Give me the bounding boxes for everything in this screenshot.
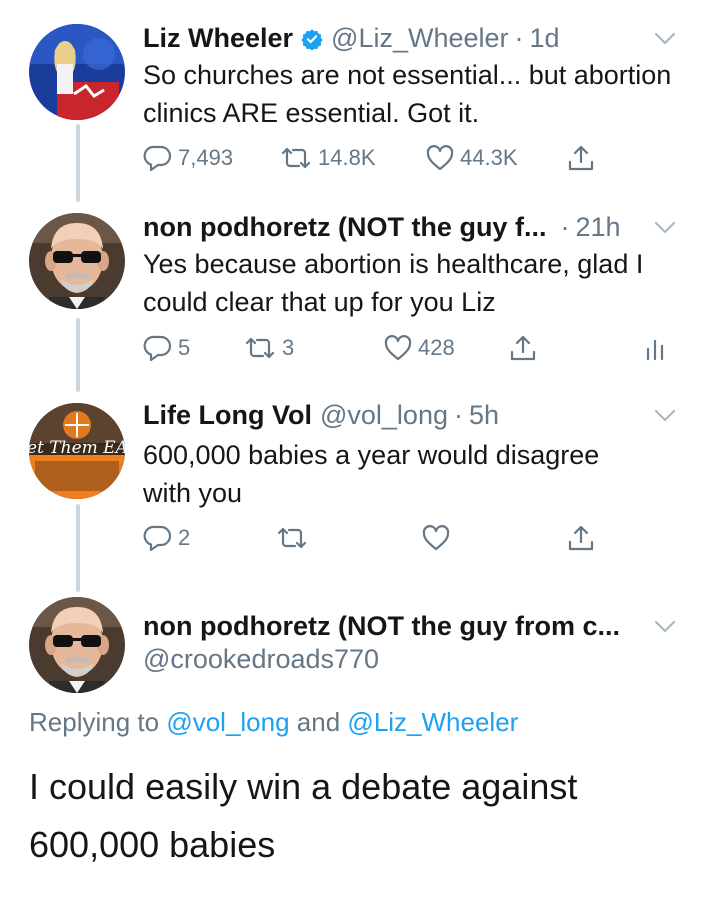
replying-to: Replying to @vol_long and @Liz_Wheeler	[29, 704, 518, 740]
separator-dot: ·	[514, 23, 524, 53]
separator-dot: ·	[453, 400, 463, 430]
author-handle-row: @crookedroads770	[143, 641, 379, 677]
reply-button[interactable]: 5	[143, 331, 190, 365]
reply-button[interactable]: 2	[143, 521, 190, 555]
like-button[interactable]: 44.3K	[425, 141, 518, 175]
share-button[interactable]	[566, 521, 596, 555]
thread-line	[76, 124, 80, 202]
timestamp[interactable]: 5h	[469, 397, 499, 433]
tweet-text: So churches are not essential... but abo…	[143, 60, 672, 128]
author-name[interactable]: Life Long Vol	[143, 397, 312, 433]
retweet-button[interactable]: 3	[243, 331, 294, 365]
author-handle[interactable]: @vol_long	[320, 397, 448, 433]
analytics-button[interactable]	[643, 331, 669, 365]
reply-button[interactable]: 7,493	[143, 141, 233, 175]
mention-link[interactable]: @vol_long	[166, 707, 289, 737]
avatar[interactable]	[29, 597, 125, 693]
author-handle[interactable]: @crookedroads770	[143, 641, 379, 677]
reply-icon	[143, 145, 172, 172]
retweet-count: 3	[282, 335, 295, 360]
chevron-down-icon[interactable]	[654, 620, 676, 634]
author-name[interactable]: non podhoretz (NOT the guy from c...	[143, 608, 620, 644]
analytics-icon	[646, 339, 664, 361]
avatar-text: Let Them EAT	[29, 438, 125, 458]
tweet-header: Life Long Vol @vol_long · 5h	[143, 397, 499, 433]
like-button[interactable]	[421, 521, 451, 555]
author-name[interactable]: Liz Wheeler	[143, 20, 293, 56]
separator-dot: ·	[560, 212, 570, 242]
retweet-icon	[281, 147, 311, 169]
avatar[interactable]	[29, 24, 125, 120]
share-button[interactable]	[508, 331, 538, 365]
tweet-header: non podhoretz (NOT the guy f... · 21h	[143, 209, 621, 245]
author-handle[interactable]: @Liz_Wheeler	[331, 20, 508, 56]
replying-and: and	[296, 707, 341, 737]
thread-line	[76, 318, 80, 392]
tweet-text: Yes because abortion is healthcare, glad…	[143, 249, 644, 317]
reply-count: 2	[178, 525, 191, 550]
share-icon	[568, 145, 594, 171]
chevron-down-icon[interactable]	[654, 32, 676, 46]
timestamp[interactable]: 1d	[530, 20, 560, 56]
reply-count: 5	[178, 335, 191, 360]
retweet-icon	[277, 527, 307, 549]
like-button[interactable]: 428	[383, 331, 455, 365]
retweet-icon	[245, 337, 275, 359]
author-name[interactable]: non podhoretz (NOT the guy f...	[143, 209, 546, 245]
share-button[interactable]	[566, 141, 596, 175]
like-icon	[422, 525, 450, 551]
tweet-text: 600,000 babies a year would disagree wit…	[143, 440, 600, 508]
retweet-button[interactable]	[275, 521, 309, 555]
action-bar: 5 3 428	[143, 331, 683, 365]
share-icon	[510, 335, 536, 361]
like-icon	[426, 145, 454, 171]
replying-prefix: Replying to	[29, 707, 160, 737]
share-icon	[568, 525, 594, 551]
verified-badge-icon	[301, 29, 323, 50]
chevron-down-icon[interactable]	[654, 409, 676, 423]
like-count: 428	[418, 335, 455, 360]
reply-icon	[143, 525, 172, 552]
timestamp[interactable]: 21h	[575, 209, 620, 245]
tweet-header: Liz Wheeler @Liz_Wheeler · 1d	[143, 20, 560, 56]
retweet-count: 14.8K	[318, 145, 376, 170]
avatar[interactable]	[29, 213, 125, 309]
chevron-down-icon[interactable]	[654, 221, 676, 235]
thread-line	[76, 504, 80, 592]
retweet-button[interactable]: 14.8K	[279, 141, 376, 175]
tweet-header: non podhoretz (NOT the guy from c...	[143, 608, 620, 644]
reply-icon	[143, 335, 172, 362]
reply-count: 7,493	[178, 145, 234, 170]
avatar[interactable]: Let Them EAT	[29, 403, 125, 499]
mention-link[interactable]: @Liz_Wheeler	[347, 707, 518, 737]
tweet-text: I could easily win a debate against 600,…	[29, 766, 578, 865]
like-icon	[384, 335, 412, 361]
like-count: 44.3K	[460, 145, 518, 170]
